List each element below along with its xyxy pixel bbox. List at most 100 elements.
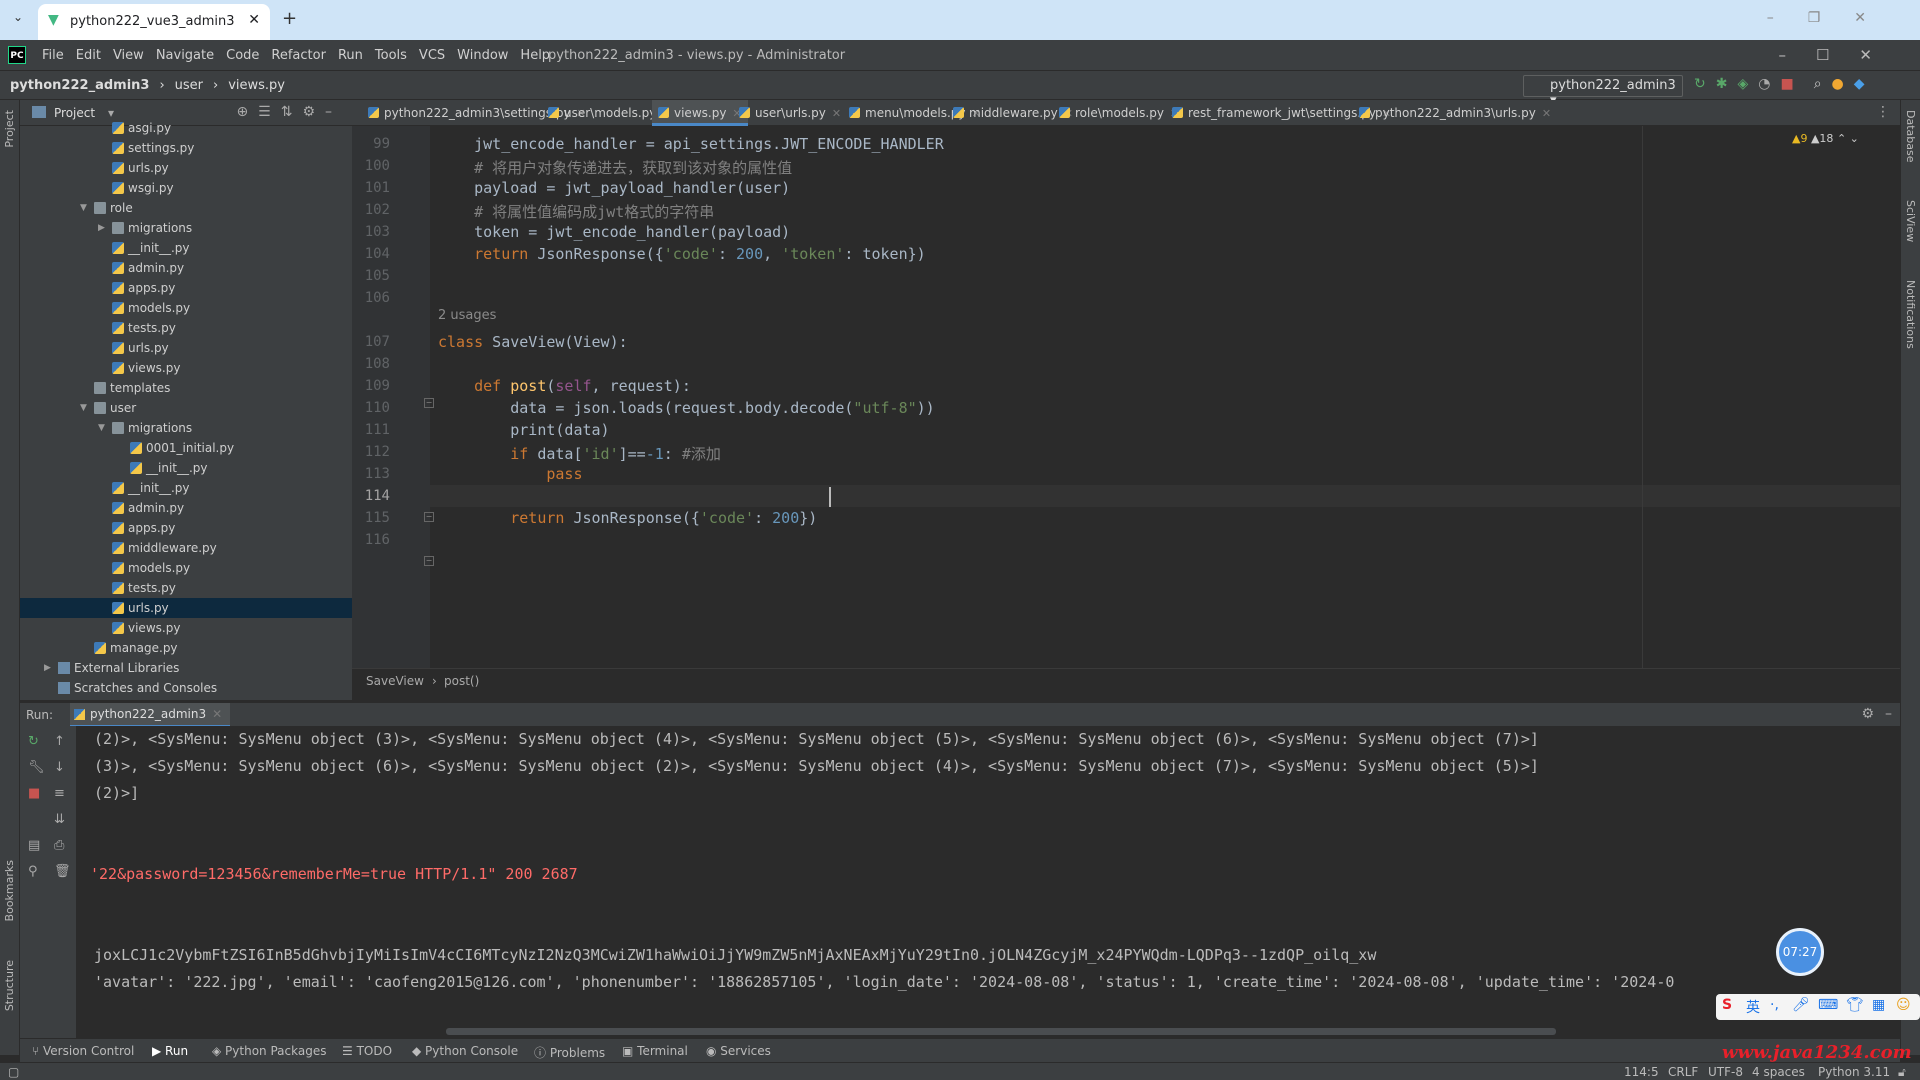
tree-item[interactable]: wsgi.py — [20, 178, 352, 198]
tree-item[interactable]: ▼ role — [20, 198, 352, 218]
wrench-icon[interactable]: 🔧︎ — [28, 760, 45, 775]
tree-item[interactable]: Scratches and Consoles — [20, 678, 352, 698]
stop-icon[interactable]: ■ — [1780, 76, 1793, 92]
python-console-tool[interactable]: ◆ Python Console — [412, 1044, 518, 1058]
usages-hint[interactable]: 2 usages — [438, 308, 496, 323]
pin-icon[interactable]: ⚲ — [28, 864, 38, 879]
version-control-tool[interactable]: ⑂ Version Control — [32, 1044, 134, 1058]
menu-navigate[interactable]: Navigate — [156, 48, 214, 63]
lock-icon[interactable]: 🔓︎ — [1898, 1065, 1906, 1080]
todo-tool[interactable]: ☰ TODO — [342, 1044, 392, 1058]
tree-item[interactable]: models.py — [20, 558, 352, 578]
chevron-down-icon[interactable]: ⌄ — [1850, 132, 1859, 145]
editor-tab[interactable]: user\urls.py ✕ — [733, 100, 847, 126]
chevron-right-icon[interactable]: ▶ — [98, 218, 105, 238]
tree-item[interactable]: admin.py — [20, 498, 352, 518]
fold-marker-icon[interactable]: − — [424, 556, 434, 566]
soft-wrap-icon[interactable]: ≡ — [54, 786, 65, 801]
ime-lang-icon[interactable]: 英 — [1746, 997, 1760, 1017]
menu-tools[interactable]: Tools — [375, 48, 407, 63]
tree-item[interactable]: ▶ migrations — [20, 218, 352, 238]
minimize-icon[interactable]: – — [1885, 706, 1892, 722]
crumb-class[interactable]: SaveView — [366, 674, 424, 688]
tree-item[interactable]: 0001_initial.py — [20, 438, 352, 458]
tree-item[interactable]: manage.py — [20, 638, 352, 658]
tree-item[interactable]: views.py — [20, 358, 352, 378]
layout-icon[interactable]: ▤ — [28, 838, 40, 853]
gear-icon[interactable]: ⚙ — [1861, 706, 1874, 722]
fold-marker-icon[interactable]: − — [424, 398, 434, 408]
tree-item[interactable]: ▼ migrations — [20, 418, 352, 438]
browser-window-controls[interactable]: –❐✕ — [1767, 10, 1900, 26]
tree-item[interactable]: middleware.py — [20, 538, 352, 558]
chevron-down-icon[interactable]: ▼ — [80, 398, 87, 418]
tree-item[interactable]: apps.py — [20, 518, 352, 538]
inspection-widget[interactable]: ▲9 ▲18 ⌃ ⌄ — [1792, 132, 1859, 145]
menu-run[interactable]: Run — [338, 48, 363, 63]
sciview-tool-button[interactable]: SciView — [1904, 200, 1917, 242]
database-tool-button[interactable]: Database — [1904, 110, 1917, 163]
tree-item[interactable]: asgi.py — [20, 118, 352, 138]
arrow-down-icon[interactable]: ↓ — [54, 760, 65, 775]
tree-item[interactable]: models.py — [20, 298, 352, 318]
file-encoding[interactable]: UTF-8 — [1708, 1065, 1743, 1079]
fold-marker-icon[interactable]: − — [424, 512, 434, 522]
caret-position[interactable]: 114:5 — [1624, 1065, 1659, 1079]
toolbox-icon[interactable]: ▦ — [1872, 997, 1885, 1013]
keyboard-icon[interactable]: ⌨ — [1818, 997, 1838, 1013]
run-tool[interactable]: ▶ Run — [152, 1044, 188, 1058]
editor-tab[interactable]: python222_admin3\urls.py ✕ — [1353, 100, 1557, 126]
run-tab[interactable]: python222_admin3 ✕ — [70, 703, 231, 727]
chevron-up-icon[interactable]: ⌃ — [1837, 132, 1846, 145]
jetbrains-icon[interactable]: ◆ — [1854, 76, 1865, 92]
tree-item[interactable]: ▼ user — [20, 398, 352, 418]
menu-help[interactable]: Help — [520, 48, 550, 63]
breadcrumb-folder[interactable]: user — [175, 78, 203, 93]
close-tab-icon[interactable]: ✕ — [1542, 107, 1551, 120]
code-editor[interactable]: 99 100 101 102 103 104 105 106 107 108 109 110 111 11… — [352, 126, 1900, 736]
structure-tool-button[interactable]: Structure — [3, 960, 16, 1011]
skin-icon[interactable]: 👕︎ — [1846, 997, 1864, 1013]
tree-item[interactable]: tests.py — [20, 318, 352, 338]
tree-item[interactable]: urls.py — [20, 158, 352, 178]
tree-item[interactable]: tests.py — [20, 578, 352, 598]
indent-setting[interactable]: 4 spaces — [1752, 1065, 1805, 1079]
close-icon[interactable]: ✕ — [212, 707, 222, 721]
line-separator[interactable]: CRLF — [1668, 1065, 1698, 1079]
sogou-logo-icon[interactable]: S — [1722, 997, 1732, 1013]
close-tab-icon[interactable]: ✕ — [832, 107, 841, 120]
chevron-down-icon[interactable]: ▼ — [98, 418, 105, 438]
tree-item[interactable]: __init__.py — [20, 458, 352, 478]
tree-item[interactable]: templates — [20, 378, 352, 398]
close-tab-icon[interactable]: ✕ — [248, 12, 260, 28]
profile-icon[interactable]: ◔ — [1758, 76, 1770, 92]
tree-item[interactable]: urls.py — [20, 338, 352, 358]
terminal-tool[interactable]: ▣ Terminal — [622, 1044, 688, 1058]
status-layout-icon[interactable]: ▢ — [8, 1065, 19, 1079]
python-interpreter[interactable]: Python 3.11 — [1818, 1065, 1890, 1079]
python-packages-tool[interactable]: ◈ Python Packages — [212, 1044, 326, 1058]
run-configuration-select[interactable]: python222_admin3 ▾ — [1523, 75, 1683, 108]
bookmarks-tool-button[interactable]: Bookmarks — [3, 860, 16, 921]
console-output[interactable]: (2)>, <SysMenu: SysMenu object (3)>, <Sy… — [76, 726, 1900, 1038]
breadcrumb-project[interactable]: python222_admin3 — [10, 78, 149, 93]
trash-icon[interactable]: 🗑︎ — [54, 864, 71, 879]
tree-item[interactable]: __init__.py — [20, 238, 352, 258]
menu-window[interactable]: Window — [457, 48, 508, 63]
punctuation-icon[interactable]: ·, — [1770, 997, 1779, 1013]
search-icon[interactable]: ⌕ — [1814, 76, 1822, 92]
arrow-up-icon[interactable]: ↑ — [54, 734, 65, 749]
project-tool-button[interactable]: Project — [3, 110, 16, 148]
tree-item[interactable]: apps.py — [20, 278, 352, 298]
emoji-icon[interactable]: ☺ — [1896, 997, 1911, 1013]
debug-icon[interactable]: ✱ — [1716, 76, 1728, 92]
tree-item[interactable]: settings.py — [20, 138, 352, 158]
problems-tool[interactable]: ⓘ Problems — [534, 1044, 605, 1061]
tree-item[interactable]: ▶ External Libraries — [20, 658, 352, 678]
menu-vcs[interactable]: VCS — [419, 48, 445, 63]
update-icon[interactable]: ● — [1832, 76, 1844, 92]
services-tool[interactable]: ◉ Services — [706, 1044, 771, 1058]
console-horizontal-scrollbar[interactable] — [446, 1028, 1556, 1035]
print-icon[interactable]: ⎙ — [54, 838, 64, 853]
menu-edit[interactable]: Edit — [76, 48, 101, 63]
